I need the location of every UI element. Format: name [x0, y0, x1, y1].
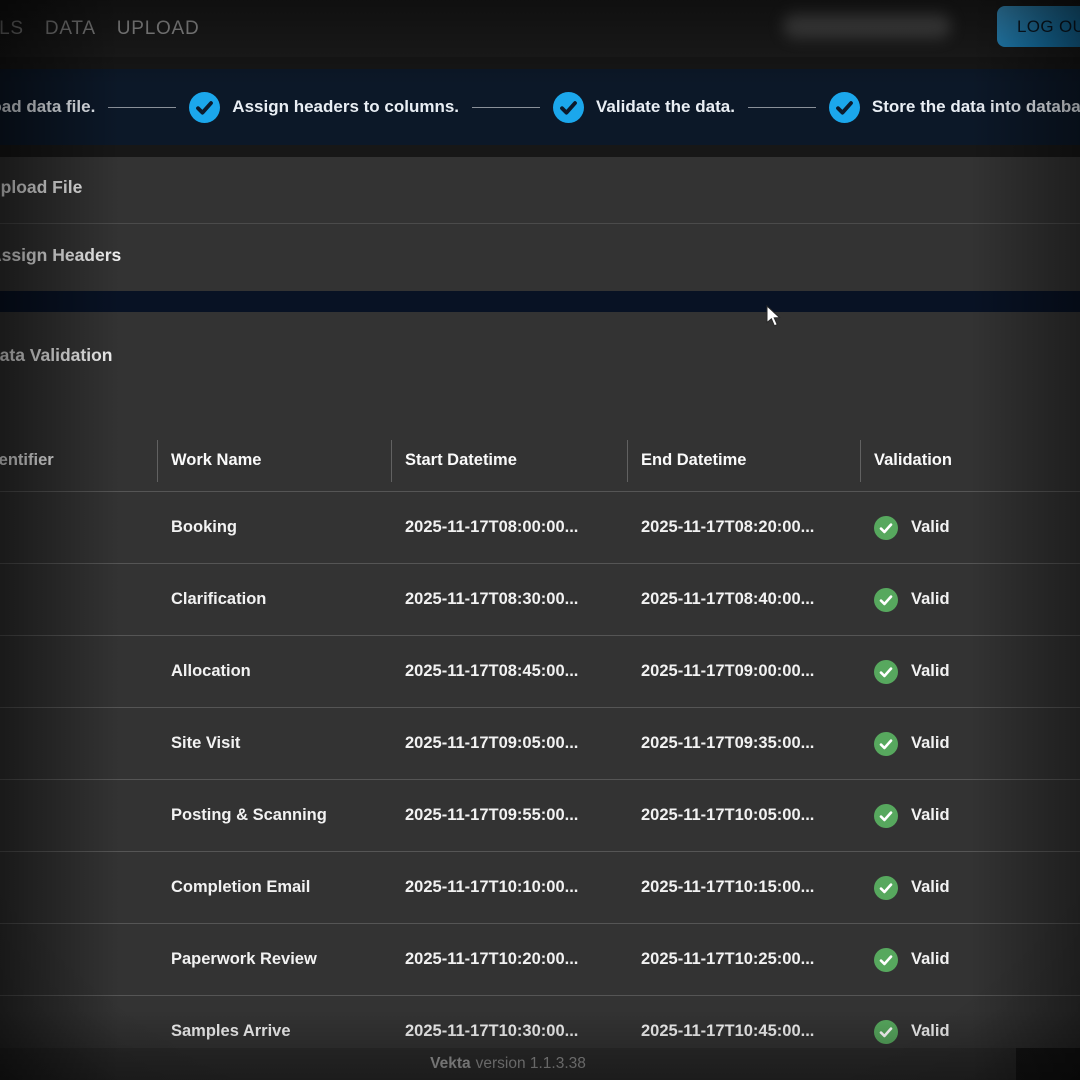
valid-check-icon: [874, 948, 898, 972]
valid-check-icon: [874, 876, 898, 900]
cell-end-datetime: 2025-11-17T10:25:00...: [627, 950, 860, 969]
footer-brand: Vekta: [430, 1055, 471, 1073]
validation-status: Valid: [911, 806, 950, 825]
step-connector: [108, 107, 176, 108]
top-nav: TOOLS DATA UPLOAD LOG OUT: [0, 0, 1080, 57]
cell-work-name: Samples Arrive: [157, 1022, 391, 1041]
cell-start-datetime: 2025-11-17T08:45:00...: [391, 662, 627, 681]
valid-check-icon: [874, 516, 898, 540]
cell-validation: Valid: [860, 1020, 1080, 1044]
check-circle-icon: [829, 92, 860, 123]
step-store: Store the data into database.: [829, 92, 1080, 123]
step-label: Assign headers to columns.: [232, 97, 459, 117]
cell-end-datetime: 2025-11-17T09:00:00...: [627, 662, 860, 681]
validation-status: Valid: [911, 734, 950, 753]
table-row: Clarification 2025-11-17T08:30:00... 202…: [0, 563, 1080, 635]
app-window: TOOLS DATA UPLOAD LOG OUT Upload data fi…: [0, 0, 1080, 1080]
section-title-assign-headers: Assign Headers: [0, 245, 121, 266]
cell-work-name: Clarification: [157, 590, 391, 609]
cell-validation: Valid: [860, 516, 1080, 540]
nav-item-data[interactable]: DATA: [45, 18, 96, 40]
step-upload-file: Upload data file.: [0, 97, 95, 117]
cell-end-datetime: 2025-11-17T09:35:00...: [627, 734, 860, 753]
validation-status: Valid: [911, 1022, 950, 1041]
step-assign-headers: Assign headers to columns.: [189, 92, 459, 123]
step-connector: [472, 107, 540, 108]
col-header-label: Identifier: [0, 451, 54, 470]
cell-work-name: Booking: [157, 518, 391, 537]
table-row: Posting & Scanning 2025-11-17T09:55:00..…: [0, 779, 1080, 851]
col-header-identifier: Identifier: [0, 430, 157, 491]
validation-status: Valid: [911, 590, 950, 609]
upload-stepper: Upload data file. Assign headers to colu…: [0, 69, 1080, 145]
validation-status: Valid: [911, 950, 950, 969]
section-assign-headers[interactable]: Assign Headers: [0, 223, 1080, 291]
cell-validation: Valid: [860, 804, 1080, 828]
table-row: Completion Email 2025-11-17T10:10:00... …: [0, 851, 1080, 923]
section-title-data-validation: Data Validation: [0, 345, 112, 366]
cell-validation: Valid: [860, 588, 1080, 612]
cell-start-datetime: 2025-11-17T09:55:00...: [391, 806, 627, 825]
cell-validation: Valid: [860, 948, 1080, 972]
table-row: Booking 2025-11-17T08:00:00... 2025-11-1…: [0, 491, 1080, 563]
cell-work-name: Allocation: [157, 662, 391, 681]
valid-check-icon: [874, 1020, 898, 1044]
section-divider-strip: [0, 291, 1080, 312]
section-title-upload-file: Upload File: [0, 177, 82, 198]
table-body: Booking 2025-11-17T08:00:00... 2025-11-1…: [0, 491, 1080, 1067]
cell-validation: Valid: [860, 660, 1080, 684]
step-validate: Validate the data.: [553, 92, 735, 123]
step-label: Upload data file.: [0, 97, 95, 117]
cell-end-datetime: 2025-11-17T10:15:00...: [627, 878, 860, 897]
section-data-validation: Data Validation Identifier Work Name Sta…: [0, 312, 1080, 1048]
cell-end-datetime: 2025-11-17T10:45:00...: [627, 1022, 860, 1041]
cell-work-name: Completion Email: [157, 878, 391, 897]
validation-status: Valid: [911, 878, 950, 897]
cell-start-datetime: 2025-11-17T08:30:00...: [391, 590, 627, 609]
cell-work-name: Site Visit: [157, 734, 391, 753]
check-circle-icon: [189, 92, 220, 123]
cell-start-datetime: 2025-11-17T08:00:00...: [391, 518, 627, 537]
table-row: Allocation 2025-11-17T08:45:00... 2025-1…: [0, 635, 1080, 707]
table-header-row: Identifier Work Name Start Datetime End …: [0, 430, 1080, 491]
validation-status: Valid: [911, 518, 950, 537]
col-header-validation: Validation: [860, 430, 1080, 491]
cell-start-datetime: 2025-11-17T10:10:00...: [391, 878, 627, 897]
valid-check-icon: [874, 804, 898, 828]
valid-check-icon: [874, 732, 898, 756]
check-circle-icon: [553, 92, 584, 123]
footer-version: version 1.1.3.38: [476, 1055, 586, 1073]
col-header-work-name: Work Name: [157, 430, 391, 491]
valid-check-icon: [874, 660, 898, 684]
step-label: Store the data into database.: [872, 97, 1080, 117]
nav-item-upload[interactable]: UPLOAD: [117, 18, 200, 40]
cell-work-name: Paperwork Review: [157, 950, 391, 969]
username-redacted: [783, 13, 951, 38]
cell-validation: Valid: [860, 732, 1080, 756]
table-row: Site Visit 2025-11-17T09:05:00... 2025-1…: [0, 707, 1080, 779]
cell-start-datetime: 2025-11-17T09:05:00...: [391, 734, 627, 753]
table-row: Paperwork Review 2025-11-17T10:20:00... …: [0, 923, 1080, 995]
cell-start-datetime: 2025-11-17T10:20:00...: [391, 950, 627, 969]
validation-status: Valid: [911, 662, 950, 681]
nav-item-tools[interactable]: TOOLS: [0, 18, 24, 40]
section-upload-file[interactable]: Upload File: [0, 157, 1080, 223]
cell-work-name: Posting & Scanning: [157, 806, 391, 825]
col-header-end-datetime: End Datetime: [627, 430, 860, 491]
app-footer: Vekta version 1.1.3.38: [0, 1048, 1016, 1080]
validation-table: Identifier Work Name Start Datetime End …: [0, 430, 1080, 1067]
cell-start-datetime: 2025-11-17T10:30:00...: [391, 1022, 627, 1041]
col-header-start-datetime: Start Datetime: [391, 430, 627, 491]
cell-end-datetime: 2025-11-17T08:20:00...: [627, 518, 860, 537]
cell-end-datetime: 2025-11-17T10:05:00...: [627, 806, 860, 825]
valid-check-icon: [874, 588, 898, 612]
cell-validation: Valid: [860, 876, 1080, 900]
nav-menu: TOOLS DATA UPLOAD: [0, 0, 199, 57]
step-label: Validate the data.: [596, 97, 735, 117]
cell-end-datetime: 2025-11-17T08:40:00...: [627, 590, 860, 609]
step-connector: [748, 107, 816, 108]
logout-button[interactable]: LOG OUT: [997, 6, 1080, 47]
mouse-cursor-icon: [766, 305, 781, 328]
